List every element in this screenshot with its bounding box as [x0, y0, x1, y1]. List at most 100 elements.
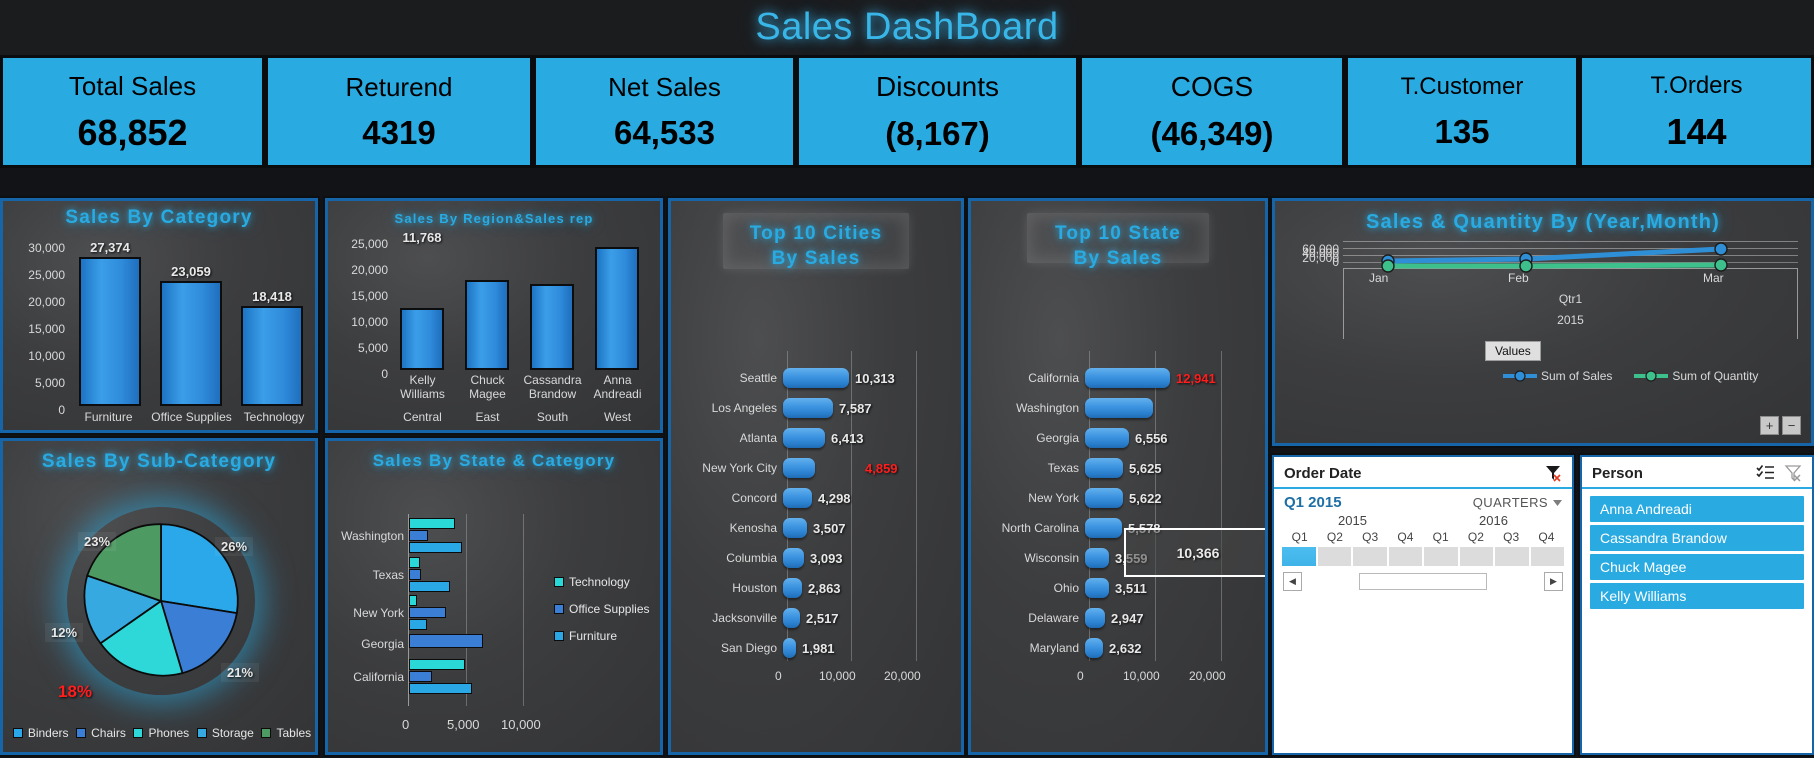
- bar-row[interactable]: California 12,941: [971, 363, 1265, 393]
- bar-california[interactable]: [1085, 368, 1170, 388]
- bar-new-york-office-supplies[interactable]: [409, 607, 446, 618]
- bar-new-york-city[interactable]: [783, 458, 815, 478]
- bar-row[interactable]: New York 5,622: [971, 483, 1265, 513]
- bar-row[interactable]: Atlanta 6,413: [671, 423, 961, 453]
- bar-row[interactable]: Georgia 6,556: [971, 423, 1265, 453]
- kpi-card-t-customer[interactable]: T.Customer 135: [1345, 55, 1579, 168]
- bar-row[interactable]: Concord 4,298: [671, 483, 961, 513]
- clear-filter-icon[interactable]: [1784, 464, 1802, 482]
- bar-california-technology[interactable]: [409, 659, 465, 670]
- kpi-card-net-sales[interactable]: Net Sales 64,533: [533, 55, 796, 168]
- legend-item-sales[interactable]: Sum of Sales: [1503, 369, 1612, 383]
- bar-row[interactable]: Delaware 2,947: [971, 603, 1265, 633]
- kpi-card-total-sales[interactable]: Total Sales 68,852: [0, 55, 265, 168]
- chart-panel-top-10-states[interactable]: Top 10 State By Sales California 12,941 …: [968, 198, 1268, 755]
- bar-row[interactable]: Seattle 10,313: [671, 363, 961, 393]
- legend-item-technology[interactable]: Technology: [554, 575, 650, 589]
- bar-ohio[interactable]: [1085, 578, 1109, 598]
- bar-row[interactable]: New York City 4,859: [671, 453, 961, 483]
- collapse-field-button[interactable]: −: [1782, 416, 1801, 435]
- bar-kenosha[interactable]: [783, 518, 807, 538]
- kpi-card-t-orders[interactable]: T.Orders 144: [1579, 55, 1814, 168]
- timeline-cell-q3-2016[interactable]: [1495, 547, 1529, 566]
- legend-item-quantity[interactable]: Sum of Quantity: [1634, 369, 1758, 383]
- bar-texas[interactable]: [1085, 458, 1123, 478]
- kpi-card-cogs[interactable]: COGS (46,349): [1079, 55, 1345, 168]
- kpi-card-returend[interactable]: Returend 4319: [265, 55, 533, 168]
- bar-maryland[interactable]: [1085, 638, 1103, 658]
- bar-north-carolina[interactable]: [1085, 518, 1122, 538]
- chart-panel-top-10-cities[interactable]: Top 10 Cities By Sales Seattle 10,313 Lo…: [668, 198, 964, 755]
- legend-item-storage[interactable]: Storage: [196, 726, 254, 740]
- timeline-cell-q3-2015[interactable]: [1353, 547, 1387, 566]
- bar-texas-technology[interactable]: [409, 557, 420, 568]
- timeline-cells[interactable]: [1274, 544, 1572, 566]
- bar-row[interactable]: Los Angeles 7,587: [671, 393, 961, 423]
- bar-row[interactable]: Houston 2,863: [671, 573, 961, 603]
- legend-item-phones[interactable]: Phones: [133, 726, 189, 740]
- timeline-level-dropdown[interactable]: QUARTERS: [1473, 495, 1562, 510]
- bar-wisconsin[interactable]: [1085, 548, 1109, 568]
- clear-filter-icon[interactable]: [1544, 464, 1562, 482]
- bar-seattle[interactable]: [783, 368, 849, 388]
- bar-texas-office-supplies[interactable]: [409, 569, 421, 580]
- timeline-cell-q4-2016[interactable]: [1530, 547, 1564, 566]
- bar-row[interactable]: Washington: [971, 393, 1265, 423]
- bar-california-office-supplies[interactable]: [409, 671, 432, 682]
- kpi-card-discounts[interactable]: Discounts (8,167): [796, 55, 1079, 168]
- bar-washington-office-supplies[interactable]: [409, 530, 428, 541]
- bar-columbia[interactable]: [783, 548, 804, 568]
- bar-jacksonville[interactable]: [783, 608, 800, 628]
- timeline-cell-q2-2016[interactable]: [1459, 547, 1493, 566]
- bar-new-york-furniture[interactable]: [409, 619, 427, 630]
- chart-panel-sales-by-state-category[interactable]: Sales By State & Category Washington Tex…: [325, 438, 663, 755]
- bar-san-diego[interactable]: [783, 638, 796, 658]
- bar-washington-furniture[interactable]: [409, 542, 462, 553]
- bar-row[interactable]: Kenosha 3,507: [671, 513, 961, 543]
- bar-georgia[interactable]: [1085, 428, 1129, 448]
- bar-georgia-office-supplies[interactable]: [409, 634, 483, 648]
- bar-kelly-williams[interactable]: [400, 308, 444, 370]
- bar-technology[interactable]: [241, 306, 303, 406]
- bar-row[interactable]: Jacksonville 2,517: [671, 603, 961, 633]
- bar-chuck-magee[interactable]: [465, 280, 509, 370]
- bar-row[interactable]: San Diego 1,981: [671, 633, 961, 663]
- scroll-right-button[interactable]: ▶: [1544, 572, 1563, 591]
- bar-furniture[interactable]: [79, 257, 141, 406]
- person-item-kelly-williams[interactable]: Kelly Williams: [1590, 583, 1804, 609]
- bar-atlanta[interactable]: [783, 428, 825, 448]
- bar-houston[interactable]: [783, 578, 802, 598]
- legend-values-button[interactable]: Values: [1485, 341, 1541, 361]
- expand-field-button[interactable]: +: [1760, 416, 1779, 435]
- bar-row[interactable]: Columbia 3,093: [671, 543, 961, 573]
- bar-texas-furniture[interactable]: [409, 581, 450, 592]
- bar-office-supplies[interactable]: [160, 281, 222, 406]
- bar-anna-andreadi[interactable]: [595, 247, 639, 370]
- bar-new-york[interactable]: [1085, 488, 1123, 508]
- chart-panel-sales-quantity-by-year-month[interactable]: Sales & Quantity By (Year,Month) 60,000 …: [1272, 198, 1814, 446]
- timeline-cell-q2-2015[interactable]: [1317, 547, 1351, 566]
- person-item-cassandra-brandow[interactable]: Cassandra Brandow: [1590, 525, 1804, 551]
- person-item-anna-andreadi[interactable]: Anna Andreadi: [1590, 496, 1804, 522]
- legend-item-binders[interactable]: Binders: [12, 726, 69, 740]
- bar-los-angeles[interactable]: [783, 398, 833, 418]
- scroll-left-button[interactable]: ◀: [1283, 572, 1302, 591]
- timeline-cell-q4-2015[interactable]: [1388, 547, 1422, 566]
- bar-row[interactable]: Texas 5,625: [971, 453, 1265, 483]
- bar-delaware[interactable]: [1085, 608, 1105, 628]
- bar-washington[interactable]: [1085, 398, 1153, 418]
- legend-item-office-supplies[interactable]: Office Supplies: [554, 602, 650, 616]
- legend-item-tables[interactable]: Tables: [261, 726, 311, 740]
- bar-row[interactable]: Maryland 2,632: [971, 633, 1265, 663]
- chart-panel-sales-by-region-rep[interactable]: Sales By Region&Sales rep 25,000 20,000 …: [325, 198, 663, 433]
- bar-cassandra-brandow[interactable]: [530, 284, 574, 370]
- multi-select-icon[interactable]: [1756, 464, 1775, 482]
- chart-panel-sales-by-sub-category[interactable]: Sales By Sub-Category 26% 21% 18% 12% 23…: [0, 438, 318, 755]
- timeline-cell-q1-2016[interactable]: [1424, 547, 1458, 566]
- timeline-cell-q1-2015[interactable]: [1282, 547, 1316, 566]
- bar-washington-technology[interactable]: [409, 518, 455, 529]
- legend-item-chairs[interactable]: Chairs: [76, 726, 126, 740]
- scroll-thumb[interactable]: [1359, 573, 1487, 590]
- person-item-chuck-magee[interactable]: Chuck Magee: [1590, 554, 1804, 580]
- person-item-list[interactable]: Anna Andreadi Cassandra Brandow Chuck Ma…: [1582, 489, 1812, 609]
